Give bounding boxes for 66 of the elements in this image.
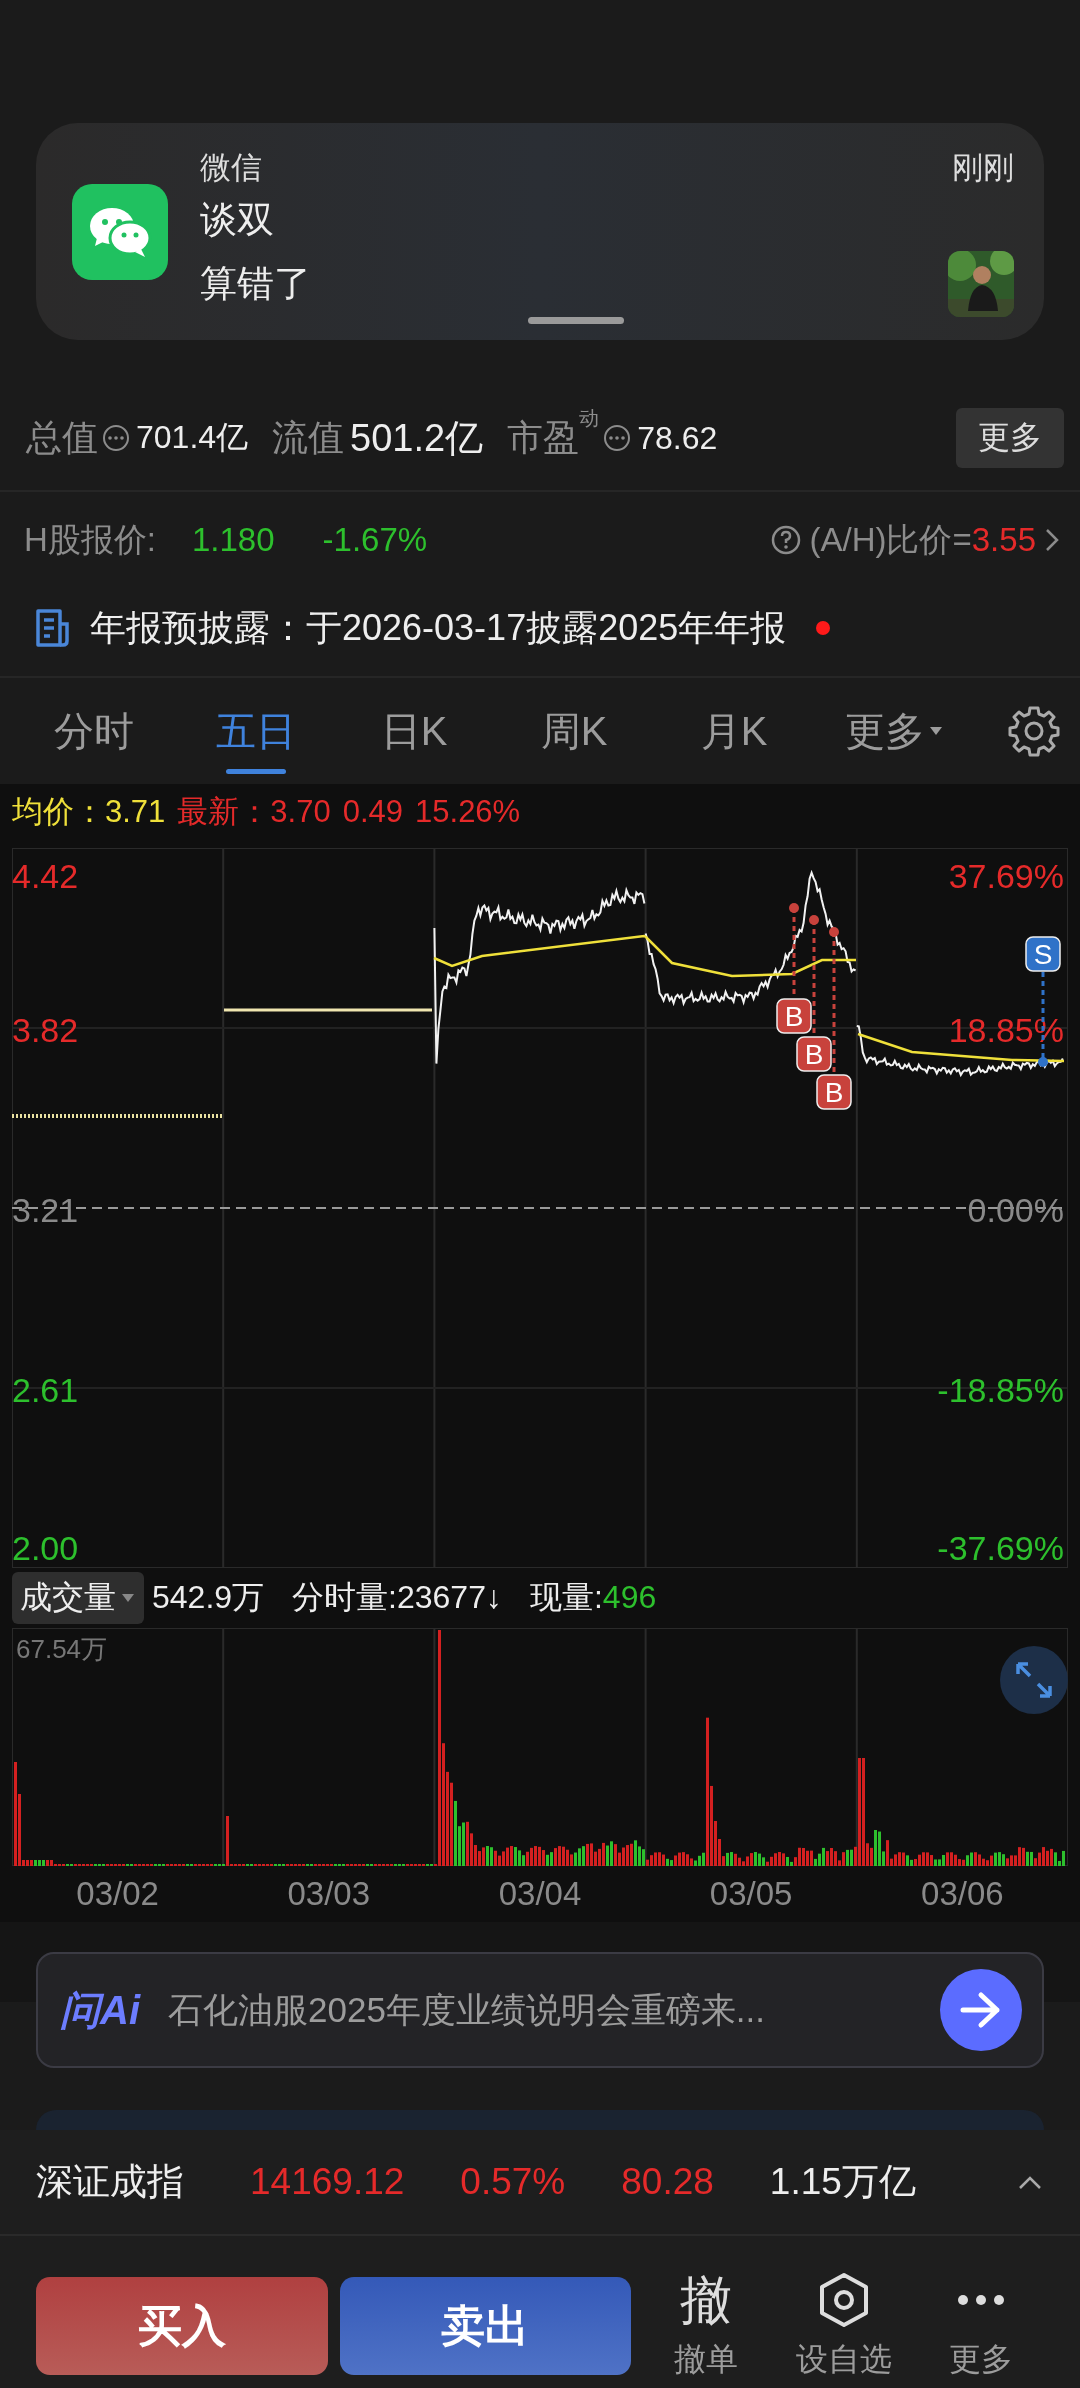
h-share-label: H股报价: xyxy=(24,519,156,560)
stat-value: 78.62 xyxy=(637,419,718,457)
date-label: 03/06 xyxy=(920,1875,1005,1913)
price-label: 2.61 xyxy=(12,1371,79,1409)
indicator-dropdown[interactable]: 成交量 xyxy=(12,1572,144,1624)
stat-value: 501.2亿 xyxy=(350,415,484,461)
info-icon[interactable] xyxy=(603,424,632,452)
more-icon xyxy=(956,2293,1007,2307)
average-price: 均价：3.71 xyxy=(12,793,166,831)
help-icon[interactable] xyxy=(769,524,802,556)
stat-label: 总值 xyxy=(26,415,98,460)
period-volume: 分时量:23677↓ xyxy=(292,1578,502,1617)
document-icon xyxy=(34,608,70,648)
chart-tab[interactable]: 五日 xyxy=(176,678,336,784)
date-label: 03/05 xyxy=(708,1875,794,1913)
notice-text[interactable]: 年报预披露：于2026-03-17披露2025年年报 xyxy=(90,603,787,653)
price-label: 2.00 xyxy=(12,1529,79,1567)
settings-icon[interactable] xyxy=(1008,705,1060,757)
app-name: 微信 xyxy=(200,148,262,187)
ai-prompt-bar[interactable]: 问Ai 石化油服2025年度业绩说明会重磅来... xyxy=(36,1952,1044,2068)
stat-superscript: 动 xyxy=(579,405,600,431)
percent-change: 15.26% xyxy=(415,794,521,830)
toolbar-button[interactable]: 设自选 xyxy=(780,2270,907,2382)
h-share-change: -1.67% xyxy=(322,521,428,559)
message-text: 算错了 xyxy=(200,261,311,306)
date-label: 03/03 xyxy=(286,1875,372,1913)
price-label: 4.42 xyxy=(12,857,79,895)
notification-banner[interactable]: 微信 刚刚 谈双 算错了 xyxy=(36,123,1044,340)
chart-tab[interactable]: 分时 xyxy=(16,678,176,784)
caret-icon xyxy=(120,1592,136,1604)
more-button[interactable]: 更多 xyxy=(956,408,1064,468)
buy-button[interactable]: 买入 xyxy=(36,2277,328,2375)
latest-price: 最新：3.70 xyxy=(177,793,331,831)
stat-label: 流值 xyxy=(272,415,345,460)
info-icon[interactable] xyxy=(102,424,130,452)
price-label: 3.82 xyxy=(12,1011,79,1049)
expand-button[interactable] xyxy=(1000,1646,1068,1714)
ratio-label: (A/H)比价= xyxy=(809,519,972,560)
percent-label: 37.69% xyxy=(948,857,1064,895)
chart-tab[interactable]: 周K xyxy=(496,678,656,784)
ratio-value: 3.55 xyxy=(971,521,1036,559)
ai-prompt-text: 石化油服2025年度业绩说明会重磅来... xyxy=(168,1988,767,2031)
chart-tab[interactable]: 月K xyxy=(656,678,816,784)
stat-label: 市盈 xyxy=(507,416,580,460)
percent-label: -37.69% xyxy=(937,1529,1064,1567)
chart-tab[interactable]: 日K xyxy=(336,678,496,784)
drag-handle[interactable] xyxy=(528,317,624,324)
chat-app-icon xyxy=(72,183,168,280)
price-change: 0.49 xyxy=(342,794,404,830)
date-label: 03/04 xyxy=(497,1875,583,1913)
stat-value: 701.4亿 xyxy=(136,418,249,457)
toolbar-button[interactable]: 撤 撤单 xyxy=(643,2270,769,2382)
notification-time: 刚刚 xyxy=(952,148,1014,187)
percent-label: -18.85% xyxy=(937,1371,1064,1409)
caret-icon xyxy=(929,726,943,736)
sender-name: 谈双 xyxy=(200,197,275,242)
volume-total: 542.9万 xyxy=(152,1578,265,1617)
volume-max-label: 67.54万 xyxy=(16,1634,108,1664)
current-volume: 现量:496 xyxy=(529,1578,657,1617)
toolbar-button[interactable]: 更多 xyxy=(918,2270,1044,2382)
ai-logo: 问Ai xyxy=(60,1986,140,2034)
date-label: 03/02 xyxy=(75,1875,160,1913)
h-share-price: 1.180 xyxy=(192,521,275,559)
sell-button[interactable]: 卖出 xyxy=(339,2277,632,2375)
chevron-icon[interactable] xyxy=(1044,527,1060,553)
chart-tab[interactable]: 更多 xyxy=(816,678,976,784)
